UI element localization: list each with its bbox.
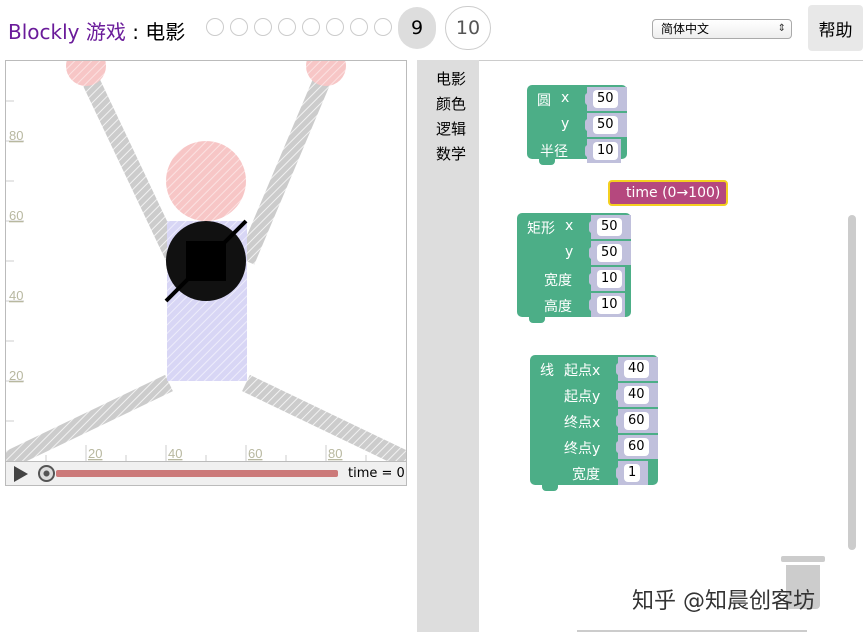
socket-tab	[589, 299, 595, 311]
watermark: 知乎 @知晨创客坊	[632, 589, 815, 614]
trash-icon[interactable]	[781, 556, 825, 562]
language-select[interactable]: 简体中文 ⇕	[652, 19, 792, 39]
x-tick-label: 40	[168, 446, 182, 461]
block-label: 圆	[537, 93, 551, 109]
ghost-left-arm	[77, 67, 185, 265]
param-label: x	[565, 218, 574, 234]
line-y1-field[interactable]: 40	[624, 386, 649, 404]
time-block[interactable]: time (0→100)	[608, 180, 728, 206]
y-tick-label: 40	[9, 288, 23, 303]
param-label: x	[561, 90, 570, 106]
select-arrows-icon: ⇕	[777, 23, 786, 34]
socket-tab	[616, 441, 622, 453]
line-block[interactable]: 线 起点x 起点y 终点x 终点y 宽度 40 40 60 60 1	[530, 355, 658, 491]
socket-tab	[616, 389, 622, 401]
category-math[interactable]: 数学	[436, 143, 466, 164]
rect-height-field[interactable]: 10	[597, 296, 622, 314]
block-notch	[529, 317, 545, 323]
line-x1-field[interactable]: 40	[624, 360, 649, 378]
socket-tab	[585, 93, 591, 105]
param-label: 宽度	[572, 467, 600, 483]
socket-tab	[589, 221, 595, 233]
help-button[interactable]: 帮助	[808, 5, 863, 51]
level-next-button[interactable]: 10	[445, 6, 491, 50]
socket-tab	[585, 119, 591, 131]
movie-drawing: 80 60 40 20 20 40 60 80	[6, 61, 406, 461]
play-icon[interactable]	[14, 466, 28, 482]
param-label: 终点y	[564, 441, 601, 457]
time-slider-knob[interactable]	[38, 465, 55, 482]
circle-block[interactable]: 圆 x y 半径 50 50 10	[527, 85, 627, 165]
param-label: 起点y	[564, 389, 601, 405]
title-separator: :	[125, 20, 146, 44]
line-y2-field[interactable]: 60	[624, 438, 649, 456]
language-value: 简体中文	[661, 22, 710, 36]
level-dot[interactable]	[206, 18, 224, 36]
level-dot[interactable]	[254, 18, 272, 36]
socket-tab	[616, 467, 622, 479]
ghost-right-arm	[237, 67, 335, 265]
rect-block[interactable]: 矩形 x y 宽度 高度 50 50 10 10	[517, 213, 631, 323]
socket-tab	[589, 247, 595, 259]
playback-bar: time = 0	[5, 462, 407, 486]
ghost-head	[166, 141, 246, 221]
level-dot[interactable]	[302, 18, 320, 36]
rect-x-field[interactable]: 50	[597, 218, 622, 236]
block-label: 线	[540, 363, 554, 379]
socket-tab	[585, 145, 591, 157]
block-notch	[539, 159, 555, 165]
circle-y-field[interactable]: 50	[593, 116, 618, 134]
param-label: 高度	[544, 299, 572, 315]
socket-tab	[616, 415, 622, 427]
level-dot[interactable]	[278, 18, 296, 36]
circle-x-field[interactable]: 50	[593, 90, 618, 108]
socket-tab	[616, 363, 622, 375]
line-x2-field[interactable]: 60	[624, 412, 649, 430]
page-title: Blockly 游戏 : 电影	[8, 16, 185, 45]
socket-tab	[589, 273, 595, 285]
level-dot[interactable]	[350, 18, 368, 36]
level-dots	[206, 18, 392, 36]
circle-radius-field[interactable]: 10	[593, 142, 618, 160]
workspace-scrollbar[interactable]	[848, 215, 856, 550]
y-tick-label: 80	[9, 128, 23, 143]
level-dot[interactable]	[374, 18, 392, 36]
time-readout: time = 0	[348, 466, 405, 481]
y-tick-label: 20	[9, 368, 23, 383]
param-label: y	[565, 244, 574, 260]
level-current-button[interactable]: 9	[398, 7, 436, 49]
param-label: 半径	[540, 144, 568, 160]
line-width-field[interactable]: 1	[624, 464, 641, 482]
category-movie[interactable]: 电影	[436, 68, 466, 89]
level-dot[interactable]	[326, 18, 344, 36]
level-dot[interactable]	[230, 18, 248, 36]
level-name: 电影	[145, 20, 186, 44]
block-notch	[542, 485, 558, 491]
y-tick-label: 60	[9, 208, 23, 223]
rect-y-field[interactable]: 50	[597, 244, 622, 262]
param-label: 终点x	[564, 415, 601, 431]
toolbox: 电影 颜色 逻辑 数学	[417, 60, 479, 632]
x-tick-label: 20	[88, 446, 102, 461]
param-label: y	[561, 116, 570, 132]
x-tick-label: 80	[328, 446, 342, 461]
x-tick-label: 60	[248, 446, 262, 461]
param-label: 宽度	[544, 273, 572, 289]
time-slider-track[interactable]	[56, 470, 338, 477]
block-label: 矩形	[527, 221, 555, 237]
movie-canvas: 80 60 40 20 20 40 60 80	[5, 60, 407, 462]
app-title-link[interactable]: Blockly 游戏	[8, 20, 126, 44]
rect-width-field[interactable]: 10	[597, 270, 622, 288]
param-label: 起点x	[564, 363, 601, 379]
category-logic[interactable]: 逻辑	[436, 118, 466, 139]
category-colour[interactable]: 颜色	[436, 93, 466, 114]
